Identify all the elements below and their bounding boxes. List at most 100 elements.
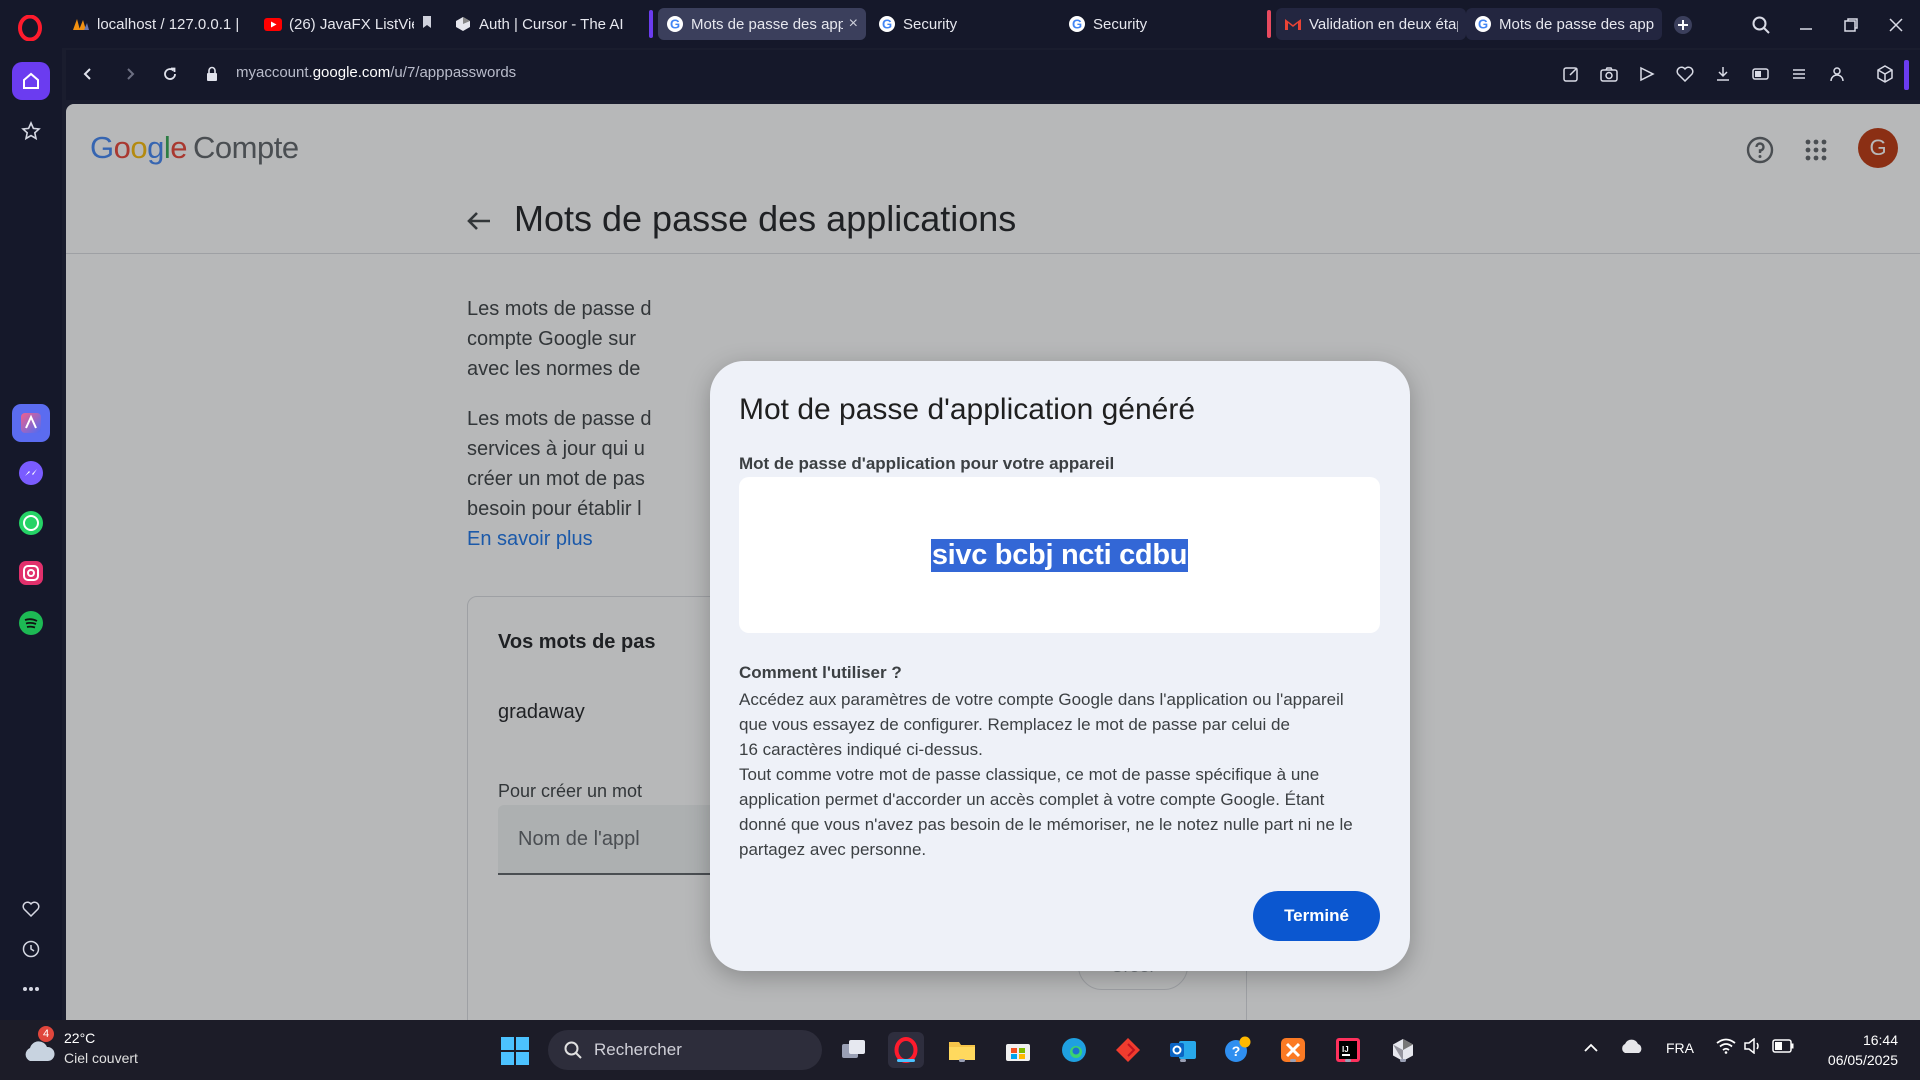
google-icon: G [878,15,896,33]
microsoft-store-icon[interactable] [1000,1032,1036,1068]
battery-icon[interactable] [1772,1039,1794,1056]
running-indicator [1345,1059,1351,1062]
outlook-icon[interactable] [1165,1032,1201,1068]
instruction-line: partagez avec personne. [739,840,927,859]
svg-text:?: ? [1232,1043,1241,1059]
cursor-icon [454,15,472,33]
more-icon[interactable] [12,970,50,1008]
close-window-icon[interactable] [1883,12,1909,38]
camera-icon[interactable] [1598,63,1620,85]
gmail-icon [1284,15,1302,33]
back-icon[interactable] [76,62,100,86]
volume-icon[interactable] [1744,1037,1762,1057]
task-view-icon[interactable] [836,1032,872,1068]
wifi-icon[interactable] [1716,1038,1736,1057]
new-tab-icon[interactable] [1670,12,1696,38]
spotify-icon[interactable] [12,604,50,642]
get-help-icon[interactable]: ? [1220,1032,1256,1068]
tab-title: Security [1093,15,1148,33]
url-field[interactable]: myaccount.google.com/u/7/apppasswords [236,64,516,81]
active-indicator [897,1059,915,1062]
tab-security-1[interactable]: G Security [870,8,1050,40]
web-page: Google Compte G Mots de passe des applica… [66,104,1920,1020]
heart-icon[interactable] [1674,63,1696,85]
cursor-app-icon[interactable] [1385,1032,1421,1068]
system-clock[interactable]: 16:44 06/05/2025 [1812,1030,1898,1070]
star-icon[interactable] [12,112,50,150]
done-button[interactable]: Terminé [1253,891,1380,941]
tab-app-passwords-2[interactable]: G Mots de passe des app [1466,8,1662,40]
url-prefix: myaccount. [236,64,313,81]
cloud-icon [25,1041,55,1061]
tab-phpmyadmin[interactable]: localhost / 127.0.0.1 | p [64,8,252,40]
instruction-line: Tout comme votre mot de passe classique,… [739,765,1320,784]
weather-badge: 4 [38,1026,54,1042]
generated-password[interactable]: sivc bcbj ncti cdbu [930,538,1189,572]
whatsapp-icon[interactable] [12,504,50,542]
tab-title: Validation en deux étap [1309,15,1458,33]
heart-icon[interactable] [12,890,50,928]
easy-setup-icon[interactable] [1788,63,1810,85]
onedrive-icon[interactable] [1620,1038,1644,1057]
messenger-icon[interactable] [12,454,50,492]
opera-logo-icon[interactable] [14,12,46,44]
aria-icon[interactable] [12,404,50,442]
instruction-line: que vous essayez de configurer. Remplace… [739,715,1290,734]
show-hidden-icons-chevron-icon[interactable] [1584,1040,1598,1056]
send-icon[interactable] [1636,63,1658,85]
edge-icon[interactable] [1056,1032,1092,1068]
svg-text:G: G [1072,17,1082,32]
restore-icon[interactable] [1838,12,1864,38]
download-icon[interactable] [1712,63,1734,85]
reload-icon[interactable] [158,62,182,86]
lock-icon[interactable] [200,62,224,86]
opera-taskbar-icon[interactable] [888,1032,924,1068]
svg-text:IJ: IJ [1342,1045,1349,1054]
extensions-cube-icon[interactable] [1874,63,1896,85]
instagram-icon[interactable] [12,554,50,592]
running-indicator [959,1059,965,1062]
tab-security-2[interactable]: G Security [1060,8,1252,40]
browser-tab-strip: localhost / 127.0.0.1 | p (26) JavaFX Li… [0,0,1920,48]
weather-widget[interactable]: 4 22°C Ciel couvert [20,1026,170,1072]
dialog-subtitle: Mot de passe d'application pour votre ap… [739,454,1115,473]
url-path: /u/7/apppasswords [390,64,517,81]
tab-cursor[interactable]: Auth | Cursor - The AI C [446,8,632,40]
clock-date: 06/05/2025 [1827,1052,1898,1068]
minimize-icon[interactable] [1793,12,1819,38]
edit-icon[interactable] [1560,63,1582,85]
taskbar-search[interactable]: Rechercher [548,1030,822,1070]
tab-search-icon[interactable] [1748,12,1774,38]
tab-gmail[interactable]: Validation en deux étap [1276,8,1466,40]
profile-icon[interactable] [1826,63,1848,85]
tab-app-passwords-active[interactable]: G Mots de passe des app × [658,8,866,40]
running-indicator [1180,1059,1186,1062]
forward-icon[interactable] [118,62,142,86]
windows-start-icon[interactable] [500,1036,530,1066]
tab-title: Mots de passe des app [1499,15,1654,33]
instruction-line: 16 caractères indiqué ci-dessus. [739,740,983,759]
history-clock-icon[interactable] [12,930,50,968]
password-box: sivc bcbj ncti cdbu [739,477,1380,633]
svg-text:G: G [670,17,680,32]
file-explorer-icon[interactable] [944,1032,980,1068]
battery-saver-icon[interactable] [1750,63,1772,85]
generated-password-dialog: Mot de passe d'application généré Mot de… [710,361,1410,971]
tab-group-indicator [649,10,653,38]
tab-youtube[interactable]: (26) JavaFX ListView [256,8,440,40]
input-language[interactable]: FRA [1666,1040,1694,1056]
bookmark-icon [422,15,432,33]
temperature: 22°C [64,1030,96,1046]
svg-text:G: G [882,17,892,32]
tab-title: Mots de passe des app [691,15,843,33]
svg-text:G: G [1478,17,1488,32]
home-icon[interactable] [12,62,50,100]
intellij-icon[interactable]: IJ [1330,1032,1366,1068]
search-placeholder: Rechercher [594,1040,682,1059]
tab-title: (26) JavaFX ListView [289,15,414,33]
xampp-icon[interactable] [1275,1032,1311,1068]
close-tab-icon[interactable]: × [843,15,858,33]
weather-condition: Ciel couvert [64,1050,138,1066]
tab-title: localhost / 127.0.0.1 | p [97,15,244,33]
git-tool-icon[interactable] [1110,1032,1146,1068]
